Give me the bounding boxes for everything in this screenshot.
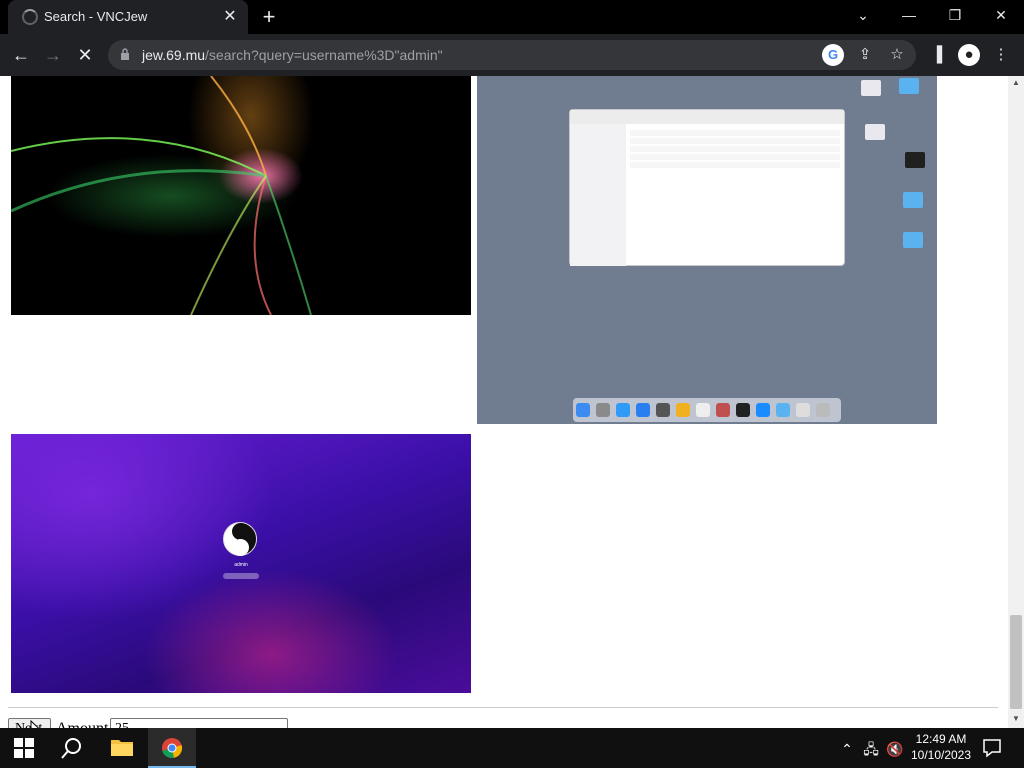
close-window-button[interactable]: ✕ xyxy=(978,0,1024,30)
login-password-field xyxy=(223,573,259,579)
tab-title: Search - VNCJew xyxy=(44,9,148,24)
mac-dock xyxy=(573,398,841,422)
file-explorer-icon xyxy=(111,740,133,756)
folder-icon xyxy=(899,78,919,94)
amount-label: Amount xyxy=(56,720,108,728)
clock-time: 12:49 AM xyxy=(915,732,967,746)
amount-input[interactable] xyxy=(110,718,288,728)
close-tab-icon[interactable]: ✕ xyxy=(220,7,240,27)
divider xyxy=(8,707,998,708)
screenshot-thumbnail-mac-desktop[interactable] xyxy=(477,76,937,424)
forward-button[interactable]: → xyxy=(38,40,68,70)
address-bar[interactable]: jew.69.mu/search?query=username%3D"admin… xyxy=(108,40,916,70)
yin-yang-avatar-icon xyxy=(223,522,257,556)
finder-window xyxy=(569,109,845,266)
browser-tab[interactable]: Search - VNCJew ✕ xyxy=(8,0,248,34)
minimize-button[interactable]: — xyxy=(886,0,932,30)
tab-search-icon[interactable]: ⌄ xyxy=(840,0,886,30)
network-icon[interactable]: 🖧 xyxy=(860,738,882,760)
bookmark-star-icon[interactable]: ☆ xyxy=(886,44,908,66)
chrome-taskbar-item[interactable] xyxy=(148,728,196,768)
drive-icon xyxy=(865,124,885,140)
back-button[interactable]: ← xyxy=(6,40,36,70)
windows-start-icon[interactable] xyxy=(14,738,34,758)
share-icon[interactable]: ⇪ xyxy=(854,44,876,66)
folder-icon xyxy=(903,192,923,208)
show-hidden-icons-chevron-icon[interactable]: ⌃ xyxy=(836,738,858,760)
side-panel-icon[interactable]: ▐ xyxy=(926,44,948,66)
notification-center-icon[interactable] xyxy=(982,738,1002,758)
login-username: admin xyxy=(234,562,248,568)
loading-spinner-icon xyxy=(22,9,38,25)
folder-icon xyxy=(903,232,923,248)
scroll-thumb[interactable] xyxy=(1010,615,1022,709)
clock-date: 10/10/2023 xyxy=(910,748,972,762)
search-icon[interactable] xyxy=(61,737,83,759)
chrome-icon xyxy=(162,738,183,759)
stop-loading-button[interactable]: ✕ xyxy=(70,40,100,70)
volume-muted-icon[interactable]: 🔇 xyxy=(884,738,906,760)
new-tab-button[interactable]: + xyxy=(256,5,282,29)
app-icon xyxy=(905,152,925,168)
drive-icon xyxy=(861,80,881,96)
url-text: jew.69.mu/search?query=username%3D"admin… xyxy=(142,47,443,63)
scroll-up-arrow-icon[interactable]: ▲ xyxy=(1008,76,1024,90)
taskbar-clock[interactable]: 12:49 AM 10/10/2023 xyxy=(906,731,976,763)
screenshot-thumbnail-light-streaks[interactable] xyxy=(11,76,471,315)
profile-avatar-icon[interactable]: ● xyxy=(958,44,980,66)
google-lens-icon[interactable]: G xyxy=(822,44,844,66)
menu-kebab-icon[interactable]: ⋮ xyxy=(990,44,1012,66)
lock-icon xyxy=(121,48,129,60)
page-content: admin Next Amount xyxy=(0,76,1008,728)
screenshot-thumbnail-login-screen[interactable]: admin xyxy=(11,434,471,693)
scroll-down-arrow-icon[interactable]: ▼ xyxy=(1008,712,1024,726)
restore-button[interactable]: ❐ xyxy=(932,0,978,30)
file-explorer-taskbar-item[interactable] xyxy=(98,728,146,768)
light-streaks-image xyxy=(11,76,312,315)
